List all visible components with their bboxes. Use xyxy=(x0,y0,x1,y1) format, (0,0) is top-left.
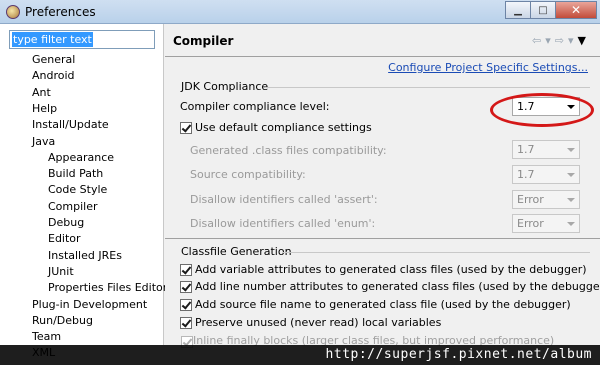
preferences-tree-pane: type filter text General Android Ant Help In… xyxy=(0,24,167,359)
section-separator xyxy=(165,238,600,239)
jdk-compliance-group-title: JDK Compliance xyxy=(181,80,269,93)
tree-item-label: Compiler xyxy=(48,199,98,213)
configure-project-settings-link[interactable]: Configure Project Specific Settings... xyxy=(388,61,588,74)
use-default-compliance-checkbox[interactable] xyxy=(180,122,192,134)
tree-item-label: Editor xyxy=(48,232,81,246)
enum-identifier-select[interactable]: Error xyxy=(512,214,580,233)
header-separator xyxy=(165,56,600,57)
source-compatibility-value: 1.7 xyxy=(517,168,535,181)
tree-item-label: Android xyxy=(32,69,75,83)
minimize-icon: ▁ xyxy=(514,4,522,16)
window-controls: ▁ □ ✕ xyxy=(505,1,597,19)
tree-item-label: Build Path xyxy=(48,167,104,181)
page-nav: ⇦ ▾ ⇨ ▾ ▼ xyxy=(532,34,586,47)
tree-item-android[interactable]: Android xyxy=(32,68,75,84)
tree-item-general[interactable]: General xyxy=(32,52,75,68)
tree-item-label: Install/Update xyxy=(32,118,109,132)
tree-item-label: Run/Debug xyxy=(32,313,93,327)
close-button[interactable]: ✕ xyxy=(555,1,597,19)
group-divider xyxy=(265,87,590,88)
source-compatibility-label: Source compatibility: xyxy=(190,168,306,181)
tree-item-editor[interactable]: Editor xyxy=(48,231,81,247)
generated-compatibility-value: 1.7 xyxy=(517,143,535,156)
tree-item-java[interactable]: Java xyxy=(32,134,55,150)
source-file-name-label: Add source file name to generated class … xyxy=(195,298,571,311)
group-divider xyxy=(283,252,590,253)
generated-compatibility-label: Generated .class files compatibility: xyxy=(190,144,387,157)
back-arrow-icon[interactable]: ⇦ xyxy=(532,34,541,47)
tree-item-installed-jres[interactable]: Installed JREs xyxy=(48,248,122,264)
tree-item-junit[interactable]: JUnit xyxy=(48,264,74,280)
watermark-band: http://superjsf.pixnet.net/album xyxy=(0,345,600,365)
view-menu-icon[interactable]: ▼ xyxy=(578,34,586,47)
tree-item-label: Properties Files Editor xyxy=(48,281,168,295)
highlight-circle-annotation xyxy=(490,93,594,127)
tree-item-plug-in-development[interactable]: Plug-in Development xyxy=(32,297,147,313)
compliance-level-label: Compiler compliance level: xyxy=(180,100,330,113)
tree-item-label: General xyxy=(32,53,76,66)
preserve-unused-variables-label: Preserve unused (never read) local varia… xyxy=(195,316,442,329)
assert-identifier-label: Disallow identifiers called 'assert': xyxy=(190,193,378,206)
classfile-generation-group-title: Classfile Generation xyxy=(181,245,292,258)
page-title: Compiler xyxy=(173,34,234,48)
preserve-unused-variables-checkbox[interactable] xyxy=(180,317,192,329)
maximize-icon: □ xyxy=(538,4,548,16)
tree-item-ant[interactable]: Ant xyxy=(32,85,51,101)
close-icon: ✕ xyxy=(570,3,582,17)
filter-input[interactable]: type filter text xyxy=(9,30,155,49)
tree-item-label: Plug-in Development xyxy=(32,297,148,311)
tree-item-help[interactable]: Help xyxy=(32,101,57,117)
forward-dropdown-icon[interactable]: ▾ xyxy=(568,34,574,47)
maximize-button[interactable]: □ xyxy=(530,1,556,19)
source-compatibility-select[interactable]: 1.7 xyxy=(512,165,580,184)
tree-item-label: Ant xyxy=(32,85,51,99)
tree-item-install-update[interactable]: Install/Update xyxy=(32,117,109,133)
variable-attributes-label: Add variable attributes to generated cla… xyxy=(195,263,587,276)
tree-item-label: Debug xyxy=(48,216,85,229)
generated-compatibility-select[interactable]: 1.7 xyxy=(512,140,580,159)
compiler-page: Compiler ⇦ ▾ ⇨ ▾ ▼ Configure Project Spe… xyxy=(165,24,600,345)
tree-item-appearance[interactable]: Appearance xyxy=(48,150,114,166)
use-default-compliance-label: Use default compliance settings xyxy=(195,121,372,134)
dropdown-arrow-icon xyxy=(567,222,575,226)
dropdown-arrow-icon xyxy=(567,173,575,177)
tree-item-label: Code Style xyxy=(48,183,108,197)
tree-item-code-style[interactable]: Code Style xyxy=(48,182,107,198)
minimize-button[interactable]: ▁ xyxy=(505,1,531,19)
enum-identifier-value: Error xyxy=(517,217,544,230)
tree-item-run-debug[interactable]: Run/Debug xyxy=(32,313,93,329)
tree-item-debug[interactable]: Debug xyxy=(48,215,84,231)
line-number-attributes-label: Add line number attributes to generated … xyxy=(195,280,600,293)
window-title: Preferences xyxy=(25,5,96,19)
forward-arrow-icon[interactable]: ⇨ xyxy=(555,34,564,47)
tree-item-label: Java xyxy=(32,134,56,148)
tree-item-label: Installed JREs xyxy=(48,248,122,262)
preferences-window: Preferences ▁ □ ✕ type filter text Gener… xyxy=(0,0,600,365)
assert-identifier-value: Error xyxy=(517,193,544,206)
assert-identifier-select[interactable]: Error xyxy=(512,190,580,209)
tree-item-label: Help xyxy=(32,101,58,115)
tree-item-team[interactable]: Team xyxy=(32,329,61,345)
eclipse-app-icon xyxy=(6,5,20,19)
tree-item-label: JUnit xyxy=(48,264,74,278)
variable-attributes-checkbox[interactable] xyxy=(180,264,192,276)
tree-item-label: Appearance xyxy=(48,150,115,164)
tree-item-compiler[interactable]: Compiler xyxy=(48,199,98,215)
tree-item-properties-files-editor[interactable]: Properties Files Editor xyxy=(48,280,167,296)
filter-input-text: type filter text xyxy=(12,32,93,47)
title-bar[interactable]: Preferences ▁ □ ✕ xyxy=(0,0,600,24)
enum-identifier-label: Disallow identifiers called 'enum': xyxy=(190,217,376,230)
dropdown-arrow-icon xyxy=(567,148,575,152)
dropdown-arrow-icon xyxy=(567,198,575,202)
watermark-url: http://superjsf.pixnet.net/album xyxy=(325,347,592,362)
tree-item-label: Team xyxy=(32,330,62,344)
line-number-attributes-checkbox[interactable] xyxy=(180,281,192,293)
source-file-name-checkbox[interactable] xyxy=(180,299,192,311)
back-dropdown-icon[interactable]: ▾ xyxy=(545,34,551,47)
tree-item-build-path[interactable]: Build Path xyxy=(48,166,103,182)
